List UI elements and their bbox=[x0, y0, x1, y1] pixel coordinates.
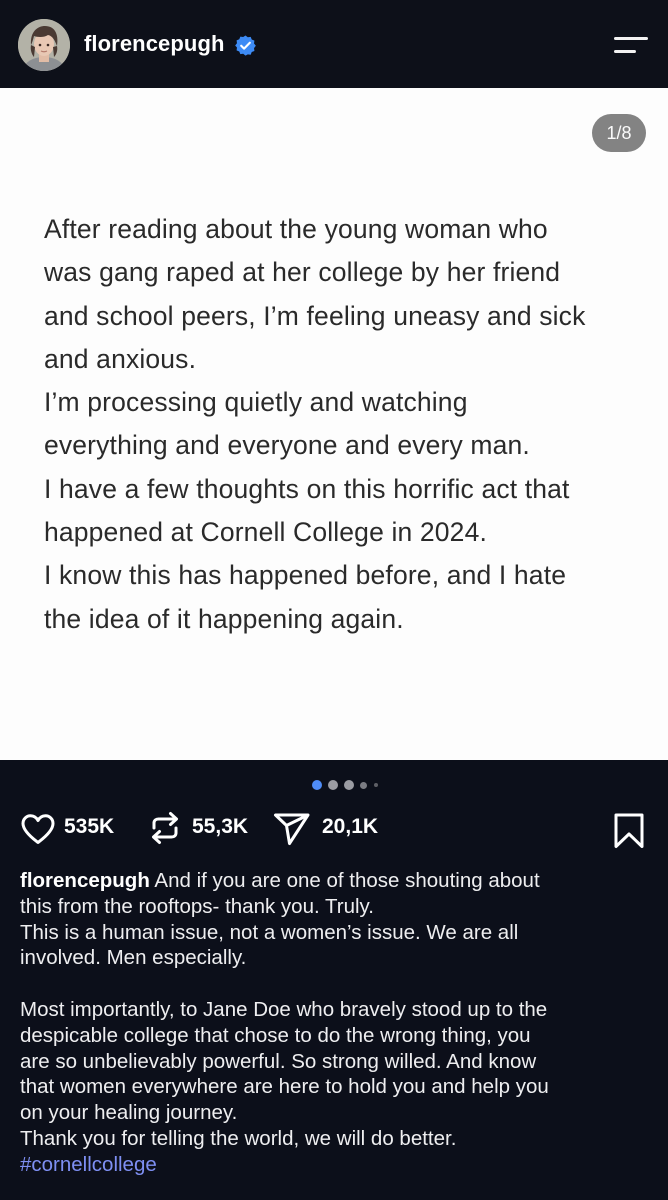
slide-text-block: After reading about the young woman who … bbox=[44, 208, 644, 641]
carousel-dot bbox=[328, 780, 338, 790]
verified-badge-icon bbox=[234, 34, 257, 57]
caption-line: this from the rooftops- thank you. Truly… bbox=[20, 894, 374, 918]
carousel-dot bbox=[374, 783, 378, 787]
hashtag-link[interactable]: #cornellcollege bbox=[20, 1152, 650, 1178]
post-action-bar: 535K 55,3K 20,1K bbox=[0, 806, 668, 850]
caption-text: And if you are one of those shouting abo… bbox=[149, 869, 540, 892]
slide-text-line: and anxious. bbox=[44, 343, 197, 374]
slide-text-line: I know this has happened before, and I h… bbox=[44, 560, 567, 591]
slide-text-line: After reading about the young woman who bbox=[44, 214, 548, 244]
avatar[interactable] bbox=[18, 19, 70, 71]
hamburger-menu-icon[interactable] bbox=[614, 34, 650, 58]
caption-line: involved. Men especially. bbox=[20, 946, 247, 970]
slide-text-line: and school peers, I’m feeling uneasy and… bbox=[44, 300, 586, 331]
share-icon[interactable] bbox=[272, 811, 312, 847]
bookmark-icon[interactable] bbox=[612, 812, 646, 850]
slide-counter-badge: 1/8 bbox=[592, 114, 646, 152]
caption-line: despicable college that chose to do the … bbox=[20, 1023, 531, 1047]
heart-icon[interactable] bbox=[20, 813, 56, 845]
caption-line: are so unbelievably powerful. So strong … bbox=[20, 1049, 537, 1073]
slide-text-line: was gang raped at her college by her fri… bbox=[44, 257, 561, 288]
repost-count[interactable]: 55,3K bbox=[192, 815, 248, 839]
carousel-pagination bbox=[312, 779, 392, 791]
slide-text-line: the idea of it happening again. bbox=[44, 603, 404, 634]
post-author-username[interactable]: florencepugh bbox=[84, 31, 225, 57]
slide-text-line: I’m processing quietly and watching bbox=[44, 387, 468, 418]
carousel-dot-active bbox=[312, 780, 322, 790]
post-header: florencepugh bbox=[0, 0, 668, 88]
post-caption: florencepugh And if you are one of those… bbox=[20, 868, 650, 1178]
carousel-dot bbox=[360, 782, 367, 789]
share-count[interactable]: 20,1K bbox=[322, 815, 378, 839]
caption-username[interactable]: florencepugh bbox=[20, 869, 150, 892]
like-count[interactable]: 535K bbox=[64, 815, 114, 839]
caption-line: that women everywhere are here to hold y… bbox=[20, 1075, 549, 1099]
caption-line: Most importantly, to Jane Doe who bravel… bbox=[20, 997, 548, 1021]
caption-line: on your healing journey. bbox=[20, 1101, 238, 1125]
caption-line: Thank you for telling the world, we will… bbox=[20, 1126, 457, 1150]
slide-text-line: happened at Cornell College in 2024. bbox=[44, 517, 487, 548]
slide-text-line: I have a few thoughts on this horrific a… bbox=[44, 473, 570, 504]
caption-line: This is a human issue, not a women’s iss… bbox=[20, 920, 519, 944]
slide-text-line: everything and everyone and every man. bbox=[44, 430, 530, 461]
carousel-dot bbox=[344, 780, 354, 790]
repost-icon[interactable] bbox=[148, 810, 182, 846]
